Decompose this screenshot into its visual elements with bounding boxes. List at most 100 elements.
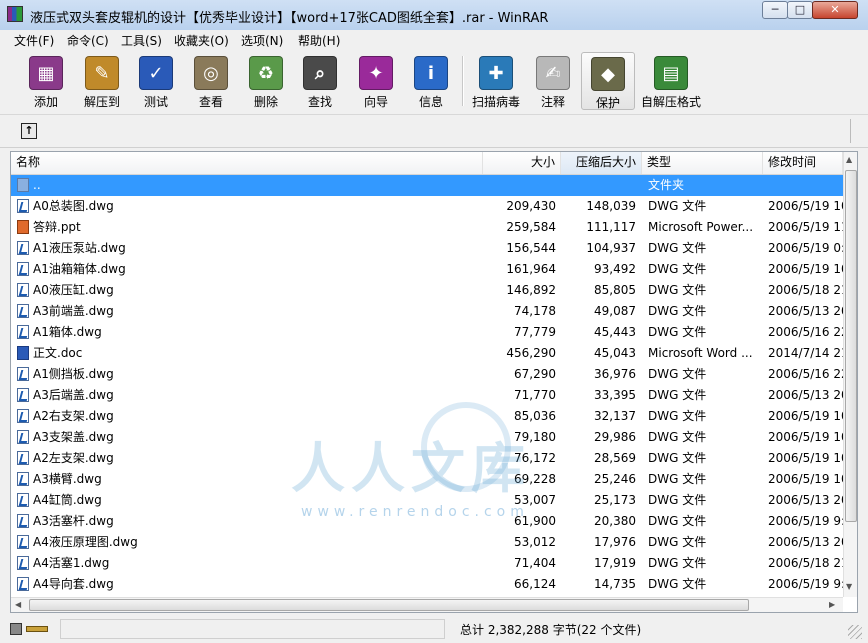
add-button[interactable]: ▦ 添加 [20,52,72,110]
find-button[interactable]: ⌕ 查找 [294,52,346,110]
file-type: DWG 文件 [648,472,707,486]
file-name: A3横臂.dwg [33,472,102,486]
test-button-label: 测试 [143,95,168,109]
wizard-button[interactable]: ✦ 向导 [350,52,402,110]
drive-icon [10,623,22,635]
delete-button[interactable]: ♻ 删除 [240,52,292,110]
view-button-label: 查看 [198,95,223,109]
file-size: 146,892 [506,283,556,297]
file-packed-size: 49,087 [594,304,636,318]
table-row[interactable]: A1箱体.dwg 77,779 45,443 DWG 文件 2006/5/16 22 [11,322,848,343]
wizard-icon: ✦ [359,56,393,90]
scan-virus-icon: ✚ [479,56,513,90]
comment-button[interactable]: ✍ 注释 [527,52,579,110]
comment-icon: ✍ [536,56,570,90]
file-size: 61,900 [514,514,556,528]
info-button[interactable]: i 信息 [405,52,457,110]
column-size[interactable]: 大小 [483,152,561,174]
file-modified: 2006/5/19 10 [768,451,848,465]
file-type: Microsoft Word ... [648,346,753,360]
file-type: DWG 文件 [648,283,707,297]
file-modified: 2006/5/19 9: [768,514,846,528]
table-row[interactable]: A0总装图.dwg 209,430 148,039 DWG 文件 2006/5/19 1… [11,196,848,217]
dwg-file-icon [17,451,29,465]
file-name: A1箱体.dwg [33,325,102,339]
file-modified: 2006/5/18 21 [768,283,848,297]
table-row[interactable]: A4液压原理图.dwg 53,012 17,976 DWG 文件 2006/5/13 2… [11,532,848,553]
winrar-app-icon[interactable] [7,6,23,22]
table-row[interactable]: A2右支架.dwg 85,036 32,137 DWG 文件 2006/5/19 10 [11,406,848,427]
scroll-right-arrow[interactable]: ▶ [829,600,835,609]
up-folder-button[interactable]: ↑ [21,123,37,139]
menu-help[interactable]: 帮助(H) [298,32,340,49]
maximize-button[interactable]: □ [787,1,813,19]
file-packed-size: 104,937 [586,241,636,255]
extract-to-button[interactable]: ✎ 解压到 [76,52,128,110]
view-button[interactable]: ◎ 查看 [185,52,237,110]
file-size: 85,036 [514,409,556,423]
table-row[interactable]: 答辩.ppt 259,584 111,117 Microsoft Power... 20… [11,217,848,238]
toolbar-separator [462,56,464,106]
column-type[interactable]: 类型 [642,152,763,174]
scroll-left-arrow[interactable]: ◀ [15,600,21,609]
file-type: DWG 文件 [648,535,707,549]
minimize-button[interactable]: ─ [762,1,788,19]
horizontal-scroll-thumb[interactable] [29,599,749,611]
file-modified: 2006/5/13 20 [768,535,848,549]
file-type: DWG 文件 [648,262,707,276]
file-name: A4活塞1.dwg [33,556,110,570]
table-row[interactable]: A3横臂.dwg 69,228 25,246 DWG 文件 2006/5/19 10 [11,469,848,490]
table-row[interactable]: 正文.doc 456,290 45,043 Microsoft Word ... 201… [11,343,848,364]
file-name: A4导向套.dwg [33,577,114,591]
file-packed-size: 17,976 [594,535,636,549]
menu-file[interactable]: 文件(F) [14,32,54,49]
menu-tools[interactable]: 工具(S) [121,32,162,49]
parent-folder-row[interactable]: .. 文件夹 [11,175,843,196]
table-row[interactable]: A2左支架.dwg 76,172 28,569 DWG 文件 2006/5/19 10 [11,448,848,469]
sfx-button[interactable]: ▤ 自解压格式 [638,52,704,110]
table-row[interactable]: A1液压泵站.dwg 156,544 104,937 DWG 文件 2006/5/19 … [11,238,845,259]
file-modified: 2006/5/19 10 [768,430,848,444]
status-drive-key-icon[interactable] [10,623,50,635]
table-row[interactable]: A4活塞1.dwg 71,404 17,919 DWG 文件 2006/5/18 21 [11,553,848,574]
file-type: Microsoft Power... [648,220,754,234]
file-modified: 2006/5/16 22 [768,367,848,381]
file-list[interactable]: 名称 大小 压缩后大小 类型 修改时间 .. 文件夹 A0总装图.dwg 209,43… [10,151,858,613]
file-type: DWG 文件 [648,367,707,381]
test-button[interactable]: ✓ 测试 [130,52,182,110]
scroll-down-arrow[interactable]: ▼ [846,582,852,591]
table-row[interactable]: A3后端盖.dwg 71,770 33,395 DWG 文件 2006/5/13 20 [11,385,848,406]
scan-virus-button[interactable]: ✚ 扫描病毒 [468,52,524,110]
status-summary: 总计 2,382,288 字节(22 个文件) [460,623,642,637]
file-packed-size: 25,173 [594,493,636,507]
resize-grip[interactable] [848,625,862,639]
file-size: 69,228 [514,472,556,486]
file-name: A1侧挡板.dwg [33,367,114,381]
dwg-file-icon [17,388,29,402]
table-row[interactable]: A1侧挡板.dwg 67,290 36,976 DWG 文件 2006/5/16 22 [11,364,848,385]
dwg-file-icon [17,577,29,591]
table-row[interactable]: A3支架盖.dwg 79,180 29,986 DWG 文件 2006/5/19 10 [11,427,848,448]
scroll-up-arrow[interactable]: ▲ [846,155,852,164]
table-row[interactable]: A3前端盖.dwg 74,178 49,087 DWG 文件 2006/5/13 20 [11,301,848,322]
table-row[interactable]: A0液压缸.dwg 146,892 85,805 DWG 文件 2006/5/18 21 [11,280,848,301]
menu-favorites[interactable]: 收藏夹(O) [174,32,229,49]
title-bar[interactable]: 液压式双头套皮辊机的设计【优秀毕业设计】【word+17张CAD图纸全套】.ra… [0,0,868,31]
protect-button[interactable]: ◆ 保护 [581,52,635,110]
doc-file-icon [17,346,29,360]
column-modified[interactable]: 修改时间 [763,152,843,174]
table-row[interactable]: A4缸筒.dwg 53,007 25,173 DWG 文件 2006/5/13 20 [11,490,848,511]
close-button[interactable]: ✕ [812,1,858,19]
column-packed-size[interactable]: 压缩后大小 [561,152,642,174]
menu-commands[interactable]: 命令(C) [67,32,109,49]
horizontal-scrollbar[interactable]: ◀ ▶ [11,597,843,612]
dwg-file-icon [17,241,29,255]
table-row[interactable]: A1油箱箱体.dwg 161,964 93,492 DWG 文件 2006/5/19 1… [11,259,848,280]
table-row[interactable]: A4导向套.dwg 66,124 14,735 DWG 文件 2006/5/19 9: [11,574,845,595]
vertical-scroll-thumb[interactable] [845,170,857,522]
table-row[interactable]: A3活塞杆.dwg 61,900 20,380 DWG 文件 2006/5/19 9: [11,511,845,532]
menu-options[interactable]: 选项(N) [241,32,283,49]
vertical-scrollbar[interactable]: ▲ ▼ [843,152,857,597]
file-packed-size: 25,246 [594,472,636,486]
column-name[interactable]: 名称 [11,152,483,174]
